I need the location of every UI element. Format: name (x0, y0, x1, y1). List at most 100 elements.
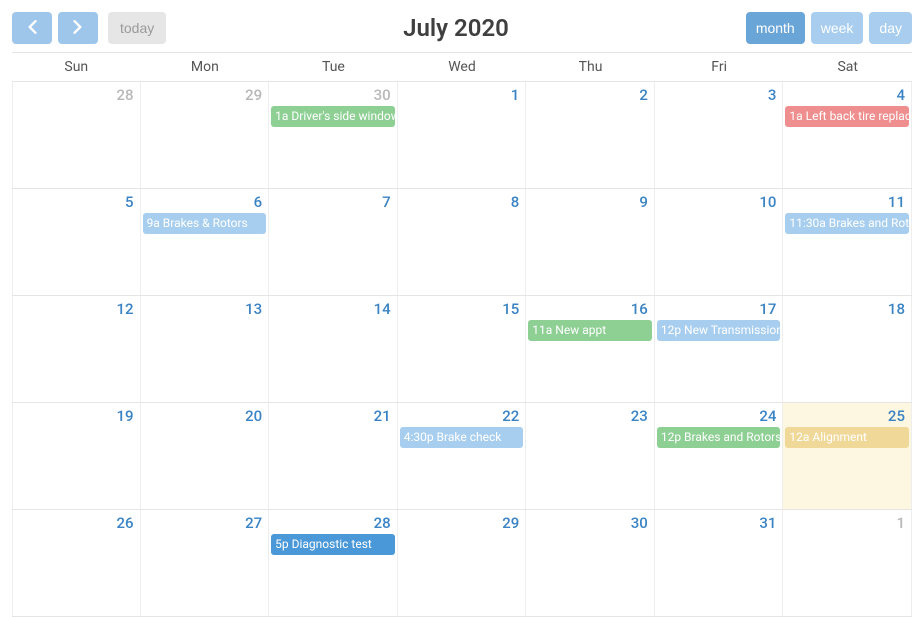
calendar-day[interactable]: 10 (655, 189, 784, 295)
day-of-week-label: Wed (398, 53, 527, 82)
day-of-week-label: Tue (269, 53, 398, 82)
calendar-day[interactable]: 8 (398, 189, 527, 295)
calendar-day[interactable]: 29 (141, 82, 270, 188)
day-of-week-label: Thu (526, 53, 655, 82)
day-number: 19 (13, 403, 140, 425)
calendar-day[interactable]: 18 (783, 296, 912, 402)
calendar-toolbar: today July 2020 month week day (12, 12, 912, 44)
day-number: 16 (526, 296, 654, 318)
calendar-day[interactable]: 3 (655, 82, 784, 188)
day-number: 29 (141, 82, 269, 104)
day-number: 9 (526, 189, 654, 211)
day-number: 1 (783, 510, 911, 532)
calendar-day[interactable]: 7 (269, 189, 398, 295)
view-week-button[interactable]: week (811, 12, 864, 44)
calendar-week: 2627285p Diagnostic test2930311 (12, 510, 912, 617)
calendar-day[interactable]: 21 (269, 403, 398, 509)
calendar-day[interactable]: 2512a Alignment (783, 403, 912, 509)
day-number: 14 (269, 296, 397, 318)
day-of-week-label: Mon (141, 53, 270, 82)
day-of-week-label: Sun (12, 53, 141, 82)
calendar-day[interactable]: 31 (655, 510, 784, 616)
calendar-day[interactable]: 29 (398, 510, 527, 616)
calendar-day[interactable]: 14 (269, 296, 398, 402)
day-number: 29 (398, 510, 526, 532)
calendar-day[interactable]: 19 (12, 403, 141, 509)
calendar-day[interactable]: 1 (398, 82, 527, 188)
calendar-day[interactable]: 285p Diagnostic test (269, 510, 398, 616)
calendar-event[interactable]: 11:30a Brakes and Rotors (785, 213, 909, 234)
calendar-event[interactable]: 5p Diagnostic test (271, 534, 395, 555)
calendar-event[interactable]: 11a New appt (528, 320, 652, 341)
day-of-week-label: Sat (783, 53, 912, 82)
day-number: 17 (655, 296, 783, 318)
calendar-day[interactable]: 1611a New appt (526, 296, 655, 402)
view-month-button[interactable]: month (746, 12, 805, 44)
calendar: SunMonTueWedThuFriSat 2829301a Driver's … (12, 52, 912, 617)
day-number: 25 (783, 403, 911, 425)
calendar-event[interactable]: 12a Alignment (785, 427, 909, 448)
day-number: 1 (398, 82, 526, 104)
next-button[interactable] (58, 12, 98, 44)
calendar-day[interactable]: 2 (526, 82, 655, 188)
calendar-day[interactable]: 30 (526, 510, 655, 616)
calendar-event[interactable]: 9a Brakes & Rotors (143, 213, 267, 234)
calendar-day[interactable]: 15 (398, 296, 527, 402)
calendar-day[interactable]: 1 (783, 510, 912, 616)
calendar-day[interactable]: 9 (526, 189, 655, 295)
calendar-day[interactable]: 224:30p Brake check (398, 403, 527, 509)
calendar-day[interactable]: 13 (141, 296, 270, 402)
calendar-event[interactable]: 1a Driver's side window (271, 106, 395, 127)
calendar-event[interactable]: 1a Left back tire replacement (785, 106, 909, 127)
day-of-week-label: Fri (655, 53, 784, 82)
day-number: 28 (13, 82, 140, 104)
day-number: 2 (526, 82, 654, 104)
day-number: 30 (526, 510, 654, 532)
day-number: 23 (526, 403, 654, 425)
prev-button[interactable] (12, 12, 52, 44)
calendar-day[interactable]: 20 (141, 403, 270, 509)
day-number: 10 (655, 189, 783, 211)
day-number: 18 (783, 296, 911, 318)
calendar-week: 2829301a Driver's side window12341a Left… (12, 82, 912, 189)
day-number: 11 (783, 189, 911, 211)
calendar-event[interactable]: 4:30p Brake check (400, 427, 524, 448)
day-of-week-header: SunMonTueWedThuFriSat (12, 53, 912, 82)
calendar-week: 192021224:30p Brake check232412p Brakes … (12, 403, 912, 510)
chevron-right-icon (73, 20, 83, 37)
calendar-day[interactable]: 1712p New Transmission (655, 296, 784, 402)
calendar-day[interactable]: 5 (12, 189, 141, 295)
calendar-day[interactable]: 2412p Brakes and Rotors (655, 403, 784, 509)
calendar-day[interactable]: 41a Left back tire replacement (783, 82, 912, 188)
view-day-button[interactable]: day (869, 12, 912, 44)
toolbar-right: month week day (746, 12, 912, 44)
calendar-day[interactable]: 27 (141, 510, 270, 616)
chevron-left-icon (27, 20, 37, 37)
day-number: 21 (269, 403, 397, 425)
day-number: 3 (655, 82, 783, 104)
calendar-day[interactable]: 26 (12, 510, 141, 616)
today-button[interactable]: today (108, 12, 166, 44)
day-number: 7 (269, 189, 397, 211)
calendar-day[interactable]: 23 (526, 403, 655, 509)
calendar-day[interactable]: 12 (12, 296, 141, 402)
day-number: 5 (13, 189, 140, 211)
day-number: 31 (655, 510, 783, 532)
calendar-day[interactable]: 301a Driver's side window (269, 82, 398, 188)
calendar-event[interactable]: 12p Brakes and Rotors (657, 427, 781, 448)
day-number: 20 (141, 403, 269, 425)
calendar-event[interactable]: 12p New Transmission (657, 320, 781, 341)
day-number: 26 (13, 510, 140, 532)
calendar-grid: 2829301a Driver's side window12341a Left… (12, 82, 912, 617)
day-number: 8 (398, 189, 526, 211)
day-number: 24 (655, 403, 783, 425)
calendar-day[interactable]: 69a Brakes & Rotors (141, 189, 270, 295)
day-number: 28 (269, 510, 397, 532)
day-number: 15 (398, 296, 526, 318)
day-number: 4 (783, 82, 911, 104)
calendar-day[interactable]: 1111:30a Brakes and Rotors (783, 189, 912, 295)
calendar-day[interactable]: 28 (12, 82, 141, 188)
day-number: 27 (141, 510, 269, 532)
day-number: 30 (269, 82, 397, 104)
day-number: 12 (13, 296, 140, 318)
